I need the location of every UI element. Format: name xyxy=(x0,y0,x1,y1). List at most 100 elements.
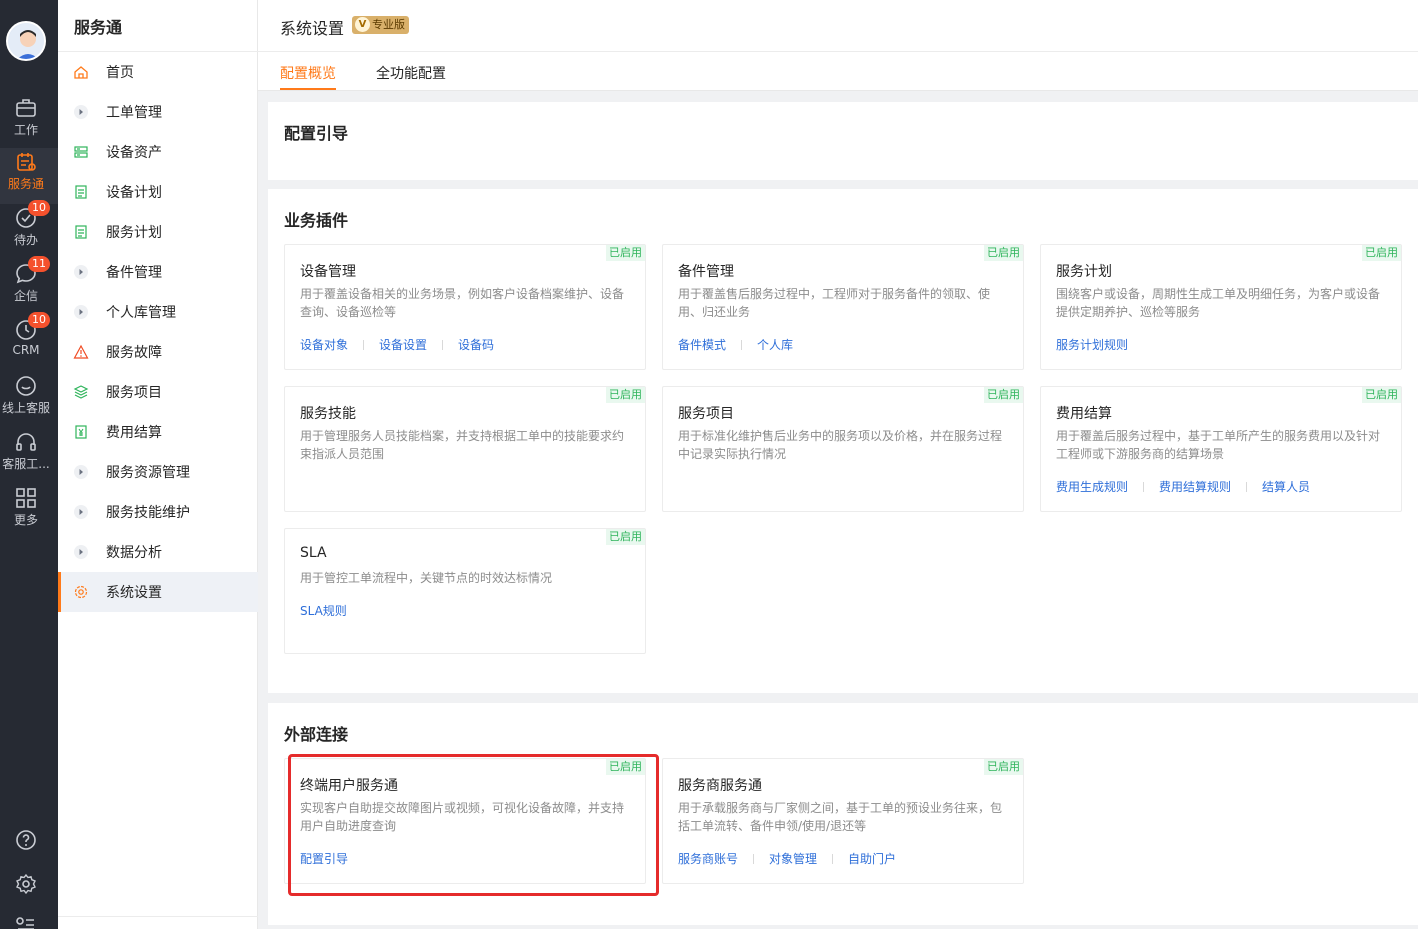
settings-icon[interactable] xyxy=(14,872,38,896)
card-description: 用于覆盖后服务过程中，基于工单所产生的服务费用以及针对工程师或下游服务商的结算场… xyxy=(1056,429,1381,461)
menu-item-spare-parts[interactable]: 备件管理 xyxy=(58,252,258,292)
card-title: SLA xyxy=(300,545,327,561)
rail-item-online-service[interactable]: 线上客服 xyxy=(0,372,58,428)
card-title: 费用结算 xyxy=(1056,406,1112,422)
rail-label: 企信 xyxy=(13,289,38,303)
link-settlement-staff[interactable]: 结算人员 xyxy=(1262,478,1310,495)
menu-item-skill-maintenance[interactable]: 服务技能维护 xyxy=(58,492,258,532)
rail-label: CRM xyxy=(12,343,40,357)
menu-item-label: 服务项目 xyxy=(106,385,162,401)
link-personal-stock[interactable]: 个人库 xyxy=(757,336,793,353)
card-links: 备件模式 个人库 xyxy=(678,336,793,353)
plugin-card-device-management[interactable]: 已启用 设备管理 用于覆盖设备相关的业务场景，例如客户设备档案维护、设备查询、设… xyxy=(284,244,646,370)
link-object-management[interactable]: 对象管理 xyxy=(769,850,817,867)
menu-item-label: 个人库管理 xyxy=(106,305,176,321)
caret-right-icon xyxy=(74,505,88,519)
plan-icon xyxy=(75,225,87,239)
rail-item-service[interactable]: 服务通 xyxy=(0,148,58,204)
menu-item-service-items[interactable]: 服务项目 xyxy=(58,372,258,412)
notification-badge: 11 xyxy=(28,256,50,272)
link-fee-generation-rules[interactable]: 费用生成规则 xyxy=(1056,478,1128,495)
caret-right-icon xyxy=(74,105,88,119)
card-description: 用于管理服务人员技能档案，并支持根据工单中的技能要求约束指派人员范围 xyxy=(300,429,625,461)
menu-item-ticket-management[interactable]: 工单管理 xyxy=(58,92,258,132)
link-self-service-portal[interactable]: 自助门户 xyxy=(848,850,896,867)
link-spare-mode[interactable]: 备件模式 xyxy=(678,336,726,353)
status-badge: 已启用 xyxy=(606,387,645,403)
menu-item-device-assets[interactable]: 设备资产 xyxy=(58,132,258,172)
rail-label: 客服工... xyxy=(2,457,50,471)
menu-item-label: 服务技能维护 xyxy=(106,505,190,521)
user-avatar[interactable] xyxy=(6,21,46,61)
gear-icon xyxy=(74,585,88,599)
status-badge: 已启用 xyxy=(984,245,1023,261)
card-title: 服务项目 xyxy=(678,406,734,422)
rail-item-messages[interactable]: 11 企信 xyxy=(0,256,58,316)
tab-bar: 配置概览 全功能配置 xyxy=(258,52,1418,91)
status-badge: 已启用 xyxy=(606,529,645,545)
tab-config-overview[interactable]: 配置概览 xyxy=(280,63,336,83)
card-title: 服务计划 xyxy=(1056,264,1112,280)
card-description: 围绕客户或设备，周期性生成工单及明细任务，为客户或设备提供定期养护、巡检等服务 xyxy=(1056,287,1381,319)
link-provider-account[interactable]: 服务商账号 xyxy=(678,850,738,867)
list-icon[interactable] xyxy=(14,912,38,929)
plugin-card-service-plan[interactable]: 已启用 服务计划 围绕客户或设备，周期性生成工单及明细任务，为客户或设备提供定期… xyxy=(1040,244,1402,370)
plugin-card-spare-parts[interactable]: 已启用 备件管理 用于覆盖售后服务过程中，工程师对于服务备件的领取、使用、归还业… xyxy=(662,244,1024,370)
link-device-code[interactable]: 设备码 xyxy=(458,336,494,353)
card-links: 服务计划规则 xyxy=(1056,336,1128,353)
section-title: 外部连接 xyxy=(284,725,349,744)
rail-item-service-desk[interactable]: 客服工... xyxy=(0,428,58,484)
app-rail: 工作 服务通 10 待办 11 企信 10 CRM 线上客服 客服工... 更多 xyxy=(0,0,58,929)
card-links: SLA规则 xyxy=(300,602,347,619)
card-title: 备件管理 xyxy=(678,264,734,280)
divider xyxy=(58,916,258,917)
card-description: 用于管控工单流程中，关键节点的时效达标情况 xyxy=(300,571,553,585)
tab-full-config[interactable]: 全功能配置 xyxy=(376,63,446,83)
plugin-card-sla[interactable]: 已启用 SLA 用于管控工单流程中，关键节点的时效达标情况 SLA规则 xyxy=(284,528,646,654)
yen-icon xyxy=(75,425,87,439)
section-title: 业务插件 xyxy=(284,211,349,230)
card-title: 设备管理 xyxy=(300,264,356,280)
link-device-settings[interactable]: 设备设置 xyxy=(379,336,427,353)
link-service-plan-rules[interactable]: 服务计划规则 xyxy=(1056,336,1128,353)
edition-badge: V 专业版 xyxy=(352,16,409,34)
side-menu: 服务通 首页 工单管理 设备资产 设备计划 服务计划 备件管理 个人库管理 服务… xyxy=(58,0,258,929)
menu-item-label: 数据分析 xyxy=(106,545,162,561)
menu-item-resource-management[interactable]: 服务资源管理 xyxy=(58,452,258,492)
link-fee-settlement-rules[interactable]: 费用结算规则 xyxy=(1159,478,1231,495)
link-device-object[interactable]: 设备对象 xyxy=(300,336,348,353)
menu-item-label: 服务计划 xyxy=(106,225,162,241)
link-sla-rules[interactable]: SLA规则 xyxy=(300,602,347,619)
plugin-card-fee-settlement[interactable]: 已启用 费用结算 用于覆盖后服务过程中，基于工单所产生的服务费用以及针对工程师或… xyxy=(1040,386,1402,512)
menu-item-service-plan[interactable]: 服务计划 xyxy=(58,212,258,252)
card-title: 服务技能 xyxy=(300,406,356,422)
notification-badge: 10 xyxy=(28,312,50,328)
rail-item-more[interactable]: 更多 xyxy=(0,484,58,540)
card-links: 服务商账号 对象管理 自助门户 xyxy=(678,850,896,867)
grid-icon xyxy=(16,488,36,508)
menu-item-device-plan[interactable]: 设备计划 xyxy=(58,172,258,212)
menu-item-label: 设备资产 xyxy=(106,145,162,161)
status-badge: 已启用 xyxy=(984,759,1023,775)
menu-item-fee-settlement[interactable]: 费用结算 xyxy=(58,412,258,452)
headset-icon xyxy=(16,433,36,451)
status-badge: 已启用 xyxy=(984,387,1023,403)
plugin-card-service-items[interactable]: 已启用 服务项目 用于标准化维护售后业务中的服务项以及价格，并在服务过程中记录实… xyxy=(662,386,1024,512)
menu-item-service-fault[interactable]: 服务故障 xyxy=(58,332,258,372)
plan-icon xyxy=(75,185,87,199)
menu-item-data-analysis[interactable]: 数据分析 xyxy=(58,532,258,572)
menu-item-home[interactable]: 首页 xyxy=(58,52,258,92)
card-title: 服务商服务通 xyxy=(678,778,762,794)
rail-item-todo[interactable]: 10 待办 xyxy=(0,200,58,260)
menu-item-personal-stock[interactable]: 个人库管理 xyxy=(58,292,258,332)
card-description: 用于标准化维护售后业务中的服务项以及价格，并在服务过程中记录实际执行情况 xyxy=(678,429,1003,461)
menu-item-system-settings[interactable]: 系统设置 xyxy=(58,572,258,612)
rail-item-work[interactable]: 工作 xyxy=(0,94,58,150)
external-card-provider-service[interactable]: 已启用 服务商服务通 用于承载服务商与厂家侧之间，基于工单的预设业务往来，包括工… xyxy=(662,758,1024,884)
plugin-card-service-skills[interactable]: 已启用 服务技能 用于管理服务人员技能档案，并支持根据工单中的技能要求约束指派人… xyxy=(284,386,646,512)
rail-item-crm[interactable]: 10 CRM xyxy=(0,312,58,372)
menu-item-label: 工单管理 xyxy=(106,105,162,121)
card-description: 用于承载服务商与厂家侧之间，基于工单的预设业务往来，包括工单流转、备件申领/使用… xyxy=(678,801,1003,833)
help-icon[interactable] xyxy=(14,828,38,852)
section-title: 配置引导 xyxy=(284,124,349,143)
